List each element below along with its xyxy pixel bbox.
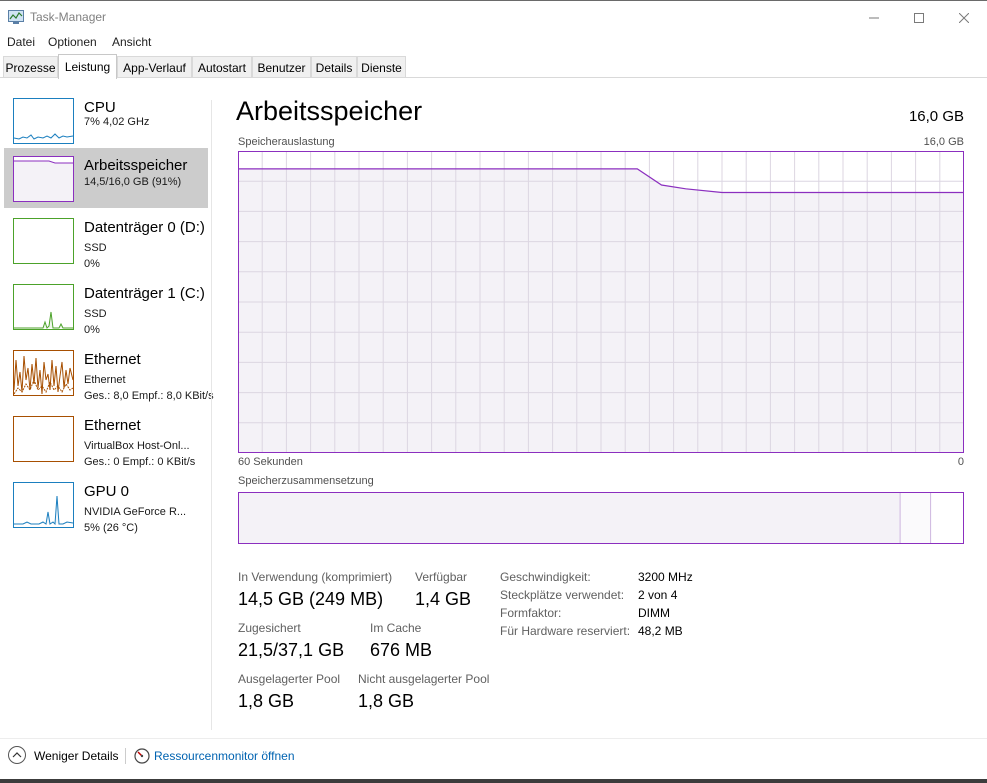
menu-optionen[interactable]: Optionen <box>48 35 97 49</box>
maximize-button[interactable] <box>896 2 942 33</box>
form-factor-value: DIMM <box>638 606 670 620</box>
close-button[interactable] <box>941 2 987 33</box>
page-title: Arbeitsspeicher <box>236 96 423 126</box>
sidebar-item-title: Datenträger 0 (D:) <box>84 219 205 236</box>
open-resource-monitor-link[interactable]: Ressourcenmonitor öffnen <box>154 749 295 763</box>
tab-benutzer[interactable]: Benutzer <box>252 56 311 78</box>
maximize-icon <box>914 12 924 23</box>
tab-prozesse[interactable]: Prozesse <box>3 56 58 78</box>
cached-label: Im Cache <box>370 621 422 635</box>
sidebar-item-subtitle: 14,5/16,0 GB (91%) <box>84 176 182 188</box>
task-manager-icon <box>8 10 24 24</box>
time-axis-end: 0 <box>957 456 964 468</box>
tab-leistung[interactable]: Leistung <box>58 54 117 79</box>
menu-datei[interactable]: Datei <box>7 35 35 49</box>
committed-value: 21,5/37,1 GB <box>238 640 345 660</box>
sidebar-item-detail: 0% <box>84 324 100 336</box>
composition-label: Speicherzusammensetzung <box>238 475 374 487</box>
footer-separator <box>125 748 126 764</box>
sidebar-item-title: Arbeitsspeicher <box>84 157 188 174</box>
sidebar-item-title: Datenträger 1 (C:) <box>84 285 205 302</box>
memory-usage-chart <box>238 151 964 453</box>
cached-value: 676 MB <box>370 640 433 660</box>
tab-app-verlauf[interactable]: App-Verlauf <box>117 56 192 78</box>
tab-autostart[interactable]: Autostart <box>192 56 252 78</box>
sidebar-item-title: GPU 0 <box>84 483 130 500</box>
slots-key: Steckplätze verwendet: <box>500 588 625 602</box>
chevron-up-glyph <box>12 752 22 758</box>
sidebar-item-title: CPU <box>84 99 116 116</box>
sidebar-item-ethernet-2[interactable]: Ethernet VirtualBox Host-Onl... Ges.: 0 … <box>4 408 208 468</box>
resource-monitor-icon <box>134 748 150 764</box>
sidebar-item-subtitle: 7% 4,02 GHz <box>84 116 150 128</box>
fewer-details-button[interactable]: Weniger Details <box>34 749 118 763</box>
cpu-thumbnail-graph <box>13 98 74 144</box>
sidebar-item-subtitle: NVIDIA GeForce R... <box>84 506 187 518</box>
ethernet-2-thumbnail-graph <box>13 416 74 462</box>
total-memory: 16,0 GB <box>908 108 964 125</box>
sidebar-item-ethernet-1[interactable]: Ethernet Ethernet Ges.: 8,0 Empf.: 8,0 K… <box>4 342 214 402</box>
sidebar-item-detail: 5% (26 °C) <box>84 522 138 534</box>
hardware-reserved-key: Für Hardware reserviert: <box>500 624 631 638</box>
in-use-label: In Verwendung (komprimiert) <box>238 570 393 584</box>
composition-modified-segment <box>900 492 931 544</box>
speed-value: 3200 MHz <box>638 570 693 584</box>
minimize-icon <box>869 17 879 18</box>
committed-label: Zugesichert <box>238 621 301 635</box>
title-bar: Task-Manager <box>0 0 987 32</box>
tab-details[interactable]: Details <box>311 56 357 78</box>
window-title: Task-Manager <box>30 10 107 24</box>
sidebar-item-subtitle: SSD <box>84 308 107 320</box>
tab-bar: Prozesse Leistung App-Verlauf Autostart … <box>0 54 987 79</box>
performance-sidebar: CPU 7% 4,02 GHz Arbeitsspeicher 14,5/16,… <box>0 90 214 730</box>
chevron-up-icon[interactable] <box>8 746 26 764</box>
sidebar-item-detail: Ges.: 0 Empf.: 0 KBit/s <box>84 456 196 468</box>
available-value: 1,4 GB <box>415 589 472 609</box>
disk-0-thumbnail-graph <box>13 218 74 264</box>
sidebar-item-memory[interactable]: Arbeitsspeicher 14,5/16,0 GB (91%) <box>4 148 208 208</box>
usage-chart-label: Speicherauslastung <box>238 136 335 148</box>
time-axis-start: 60 Sekunden <box>238 456 303 468</box>
ethernet-1-thumbnail-graph <box>13 350 74 396</box>
gpu-0-thumbnail-graph <box>13 482 74 528</box>
menu-ansicht[interactable]: Ansicht <box>112 35 151 49</box>
taskbar-edge <box>0 779 987 783</box>
menu-bar: Datei Optionen Ansicht <box>0 32 987 52</box>
sidebar-item-gpu-0[interactable]: GPU 0 NVIDIA GeForce R... 5% (26 °C) <box>4 474 208 534</box>
slots-value: 2 von 4 <box>638 588 678 602</box>
nonpaged-pool-value: 1,8 GB <box>358 691 415 711</box>
nonpaged-pool-label: Nicht ausgelagerter Pool <box>358 672 490 686</box>
memory-composition-bar <box>238 492 964 544</box>
sidebar-item-disk-1[interactable]: Datenträger 1 (C:) SSD 0% <box>4 276 208 336</box>
sidebar-divider <box>211 100 212 730</box>
sidebar-item-subtitle: VirtualBox Host-Onl... <box>84 440 190 452</box>
sidebar-item-title: Ethernet <box>84 351 141 368</box>
tab-dienste[interactable]: Dienste <box>357 56 406 78</box>
speed-key: Geschwindigkeit: <box>500 570 591 584</box>
tab-divider <box>0 77 987 78</box>
footer-divider <box>0 738 987 739</box>
sidebar-item-title: Ethernet <box>84 417 141 434</box>
hardware-reserved-value: 48,2 MB <box>638 624 683 638</box>
close-icon <box>959 12 969 23</box>
disk-1-thumbnail-graph <box>13 284 74 330</box>
sidebar-item-detail: Ges.: 8,0 Empf.: 8,0 KBit/s <box>84 390 214 402</box>
sidebar-item-disk-0[interactable]: Datenträger 0 (D:) SSD 0% <box>4 210 208 270</box>
composition-in-use-segment <box>238 492 901 544</box>
in-use-value: 14,5 GB (249 MB) <box>238 589 384 609</box>
available-label: Verfügbar <box>415 570 468 584</box>
sidebar-item-cpu[interactable]: CPU 7% 4,02 GHz <box>4 90 208 150</box>
form-factor-key: Formfaktor: <box>500 606 562 620</box>
sidebar-item-detail: 0% <box>84 258 100 270</box>
sidebar-item-subtitle: SSD <box>84 242 107 254</box>
sidebar-item-subtitle: Ethernet <box>84 374 126 386</box>
paged-pool-value: 1,8 GB <box>238 691 295 711</box>
memory-thumbnail-graph <box>13 156 74 202</box>
paged-pool-label: Ausgelagerter Pool <box>238 672 341 686</box>
usage-chart-max: 16,0 GB <box>923 136 964 148</box>
minimize-button[interactable] <box>851 2 897 33</box>
